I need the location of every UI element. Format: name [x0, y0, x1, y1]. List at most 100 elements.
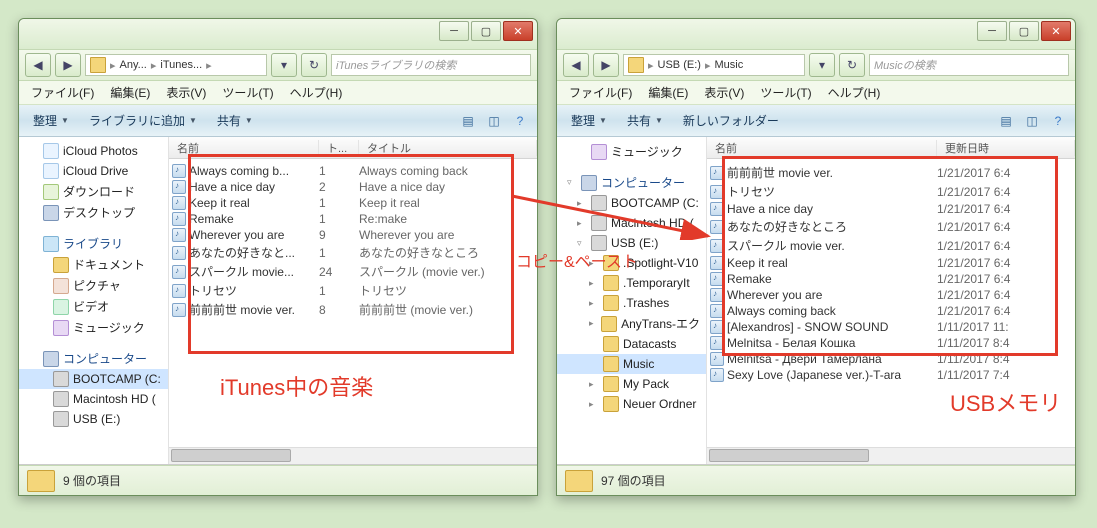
twisty-icon[interactable]: ▸	[577, 198, 587, 209]
file-row[interactable]: Keep it real1Keep it real	[169, 195, 537, 211]
new-folder-button[interactable]: 新しいフォルダー	[675, 108, 787, 133]
col-name[interactable]: 名前	[707, 140, 937, 156]
tree-item[interactable]: ビデオ	[19, 296, 168, 317]
twisty-icon[interactable]: ▿	[577, 238, 587, 249]
breadcrumb[interactable]: ▸ USB (E:) ▸ Music	[623, 54, 805, 76]
preview-pane-button[interactable]: ◫	[1021, 110, 1043, 132]
tree-item[interactable]: ▸BOOTCAMP (C:	[557, 193, 706, 213]
minimize-button[interactable]: ─	[977, 21, 1007, 41]
search-input[interactable]: iTunesライブラリの検索	[331, 54, 531, 76]
breadcrumb-seg[interactable]: Music	[714, 59, 743, 71]
tree-item[interactable]: ダウンロード	[19, 181, 168, 202]
file-row[interactable]: Always coming back1/21/2017 6:4	[707, 303, 1075, 319]
nav-back-button[interactable]: ◀	[563, 53, 589, 77]
organize-button[interactable]: 整理▼	[25, 108, 77, 133]
add-to-library-button[interactable]: ライブラリに追加▼	[81, 108, 205, 133]
tree-item[interactable]: Macintosh HD (	[19, 389, 168, 409]
menu-help[interactable]: ヘルプ(H)	[820, 81, 889, 104]
tree-item[interactable]: BOOTCAMP (C:	[19, 369, 168, 389]
tree-item[interactable]: iCloud Photos	[19, 141, 168, 161]
file-row[interactable]: Wherever you are9Wherever you are	[169, 227, 537, 243]
search-input[interactable]: Musicの検索	[869, 54, 1069, 76]
menu-tools[interactable]: ツール(T)	[752, 81, 819, 104]
file-row[interactable]: Sexy Love (Japanese ver.)-T-ara1/11/2017…	[707, 367, 1075, 383]
breadcrumb-seg[interactable]: iTunes...	[160, 59, 202, 71]
menu-edit[interactable]: 編集(E)	[640, 81, 696, 104]
file-row[interactable]: あなたの好きなと...1あなたの好きなところ	[169, 243, 537, 262]
tree-item[interactable]: ▿コンピューター	[557, 172, 706, 193]
file-row[interactable]: スパークル movie...24スパークル (movie ver.)	[169, 262, 537, 281]
file-row[interactable]: Have a nice day1/21/2017 6:4	[707, 201, 1075, 217]
minimize-button[interactable]: ─	[439, 21, 469, 41]
nav-dropdown-button[interactable]: ▾	[271, 53, 297, 77]
file-row[interactable]: Remake1/21/2017 6:4	[707, 271, 1075, 287]
file-row[interactable]: Melnitsa - Белая Кошка1/11/2017 8:4	[707, 335, 1075, 351]
tree-item[interactable]: ドキュメント	[19, 254, 168, 275]
organize-button[interactable]: 整理▼	[563, 108, 615, 133]
menu-view[interactable]: 表示(V)	[696, 81, 752, 104]
tree-item[interactable]: ▸AnyTrans-エク	[557, 313, 706, 334]
menu-help[interactable]: ヘルプ(H)	[282, 81, 351, 104]
twisty-icon[interactable]: ▸	[589, 379, 599, 390]
file-row[interactable]: Melnitsa - Двери Тамерлана1/11/2017 8:4	[707, 351, 1075, 367]
nav-fwd-button[interactable]: ▶	[593, 53, 619, 77]
twisty-icon[interactable]: ▸	[577, 218, 587, 229]
tree-item[interactable]: ▸Macintosh HD (	[557, 213, 706, 233]
view-options-button[interactable]: ▤	[457, 110, 479, 132]
file-row[interactable]: トリセツ1/21/2017 6:4	[707, 182, 1075, 201]
menu-file[interactable]: ファイル(F)	[23, 81, 102, 104]
tree-item[interactable]: ▸.TemporaryIt	[557, 273, 706, 293]
maximize-button[interactable]: ▢	[471, 21, 501, 41]
twisty-icon[interactable]: ▸	[589, 278, 599, 289]
col-track[interactable]: ト...	[319, 140, 359, 156]
share-button[interactable]: 共有▼	[619, 108, 671, 133]
tree-item[interactable]: ミュージック	[557, 141, 706, 162]
help-button[interactable]: ?	[1047, 110, 1069, 132]
share-button[interactable]: 共有▼	[209, 108, 261, 133]
file-row[interactable]: トリセツ1トリセツ	[169, 281, 537, 300]
menu-file[interactable]: ファイル(F)	[561, 81, 640, 104]
h-scrollbar[interactable]	[169, 447, 537, 464]
refresh-button[interactable]: ↻	[839, 53, 865, 77]
file-row[interactable]: あなたの好きなところ1/21/2017 6:4	[707, 217, 1075, 236]
close-button[interactable]: ✕	[1041, 21, 1071, 41]
tree-item[interactable]: iCloud Drive	[19, 161, 168, 181]
menu-view[interactable]: 表示(V)	[158, 81, 214, 104]
file-row[interactable]: [Alexandros] - SNOW SOUND1/11/2017 11:	[707, 319, 1075, 335]
twisty-icon[interactable]: ▿	[567, 177, 577, 188]
column-headers[interactable]: 名前 更新日時	[707, 137, 1075, 159]
file-row[interactable]: Remake1Re:make	[169, 211, 537, 227]
file-row[interactable]: Keep it real1/21/2017 6:4	[707, 255, 1075, 271]
file-row[interactable]: 前前前世 movie ver.8前前前世 (movie ver.)	[169, 300, 537, 319]
tree-item[interactable]: ライブラリ	[19, 233, 168, 254]
file-list[interactable]: Always coming b...1Always coming backHav…	[169, 159, 537, 447]
preview-pane-button[interactable]: ◫	[483, 110, 505, 132]
column-headers[interactable]: 名前 ト... タイトル	[169, 137, 537, 159]
col-title[interactable]: タイトル	[359, 140, 537, 156]
tree-item[interactable]: ▸My Pack	[557, 374, 706, 394]
help-button[interactable]: ?	[509, 110, 531, 132]
tree-item[interactable]: Music	[557, 354, 706, 374]
tree-item[interactable]: USB (E:)	[19, 409, 168, 429]
twisty-icon[interactable]: ▸	[589, 318, 597, 329]
view-options-button[interactable]: ▤	[995, 110, 1017, 132]
tree-item[interactable]: ▸Neuer Ordner	[557, 394, 706, 414]
refresh-button[interactable]: ↻	[301, 53, 327, 77]
tree-item[interactable]: ミュージック	[19, 317, 168, 338]
titlebar[interactable]: ─ ▢ ✕	[19, 19, 537, 49]
breadcrumb-seg[interactable]: Any...	[120, 59, 147, 71]
nav-tree[interactable]: iCloud PhotosiCloud Driveダウンロードデスクトップライブ…	[19, 137, 169, 464]
col-date[interactable]: 更新日時	[937, 140, 1075, 156]
nav-tree[interactable]: ミュージック ▿コンピューター▸BOOTCAMP (C:▸Macintosh HD…	[557, 137, 707, 464]
twisty-icon[interactable]: ▸	[589, 399, 599, 410]
file-row[interactable]: Always coming b...1Always coming back	[169, 163, 537, 179]
breadcrumb[interactable]: ▸ Any... ▸ iTunes... ▸	[85, 54, 267, 76]
titlebar[interactable]: ─ ▢ ✕	[557, 19, 1075, 49]
tree-item[interactable]: ▸.Trashes	[557, 293, 706, 313]
nav-fwd-button[interactable]: ▶	[55, 53, 81, 77]
file-row[interactable]: スパークル movie ver.1/21/2017 6:4	[707, 236, 1075, 255]
menu-edit[interactable]: 編集(E)	[102, 81, 158, 104]
maximize-button[interactable]: ▢	[1009, 21, 1039, 41]
breadcrumb-seg[interactable]: USB (E:)	[658, 59, 701, 71]
twisty-icon[interactable]: ▸	[589, 298, 599, 309]
